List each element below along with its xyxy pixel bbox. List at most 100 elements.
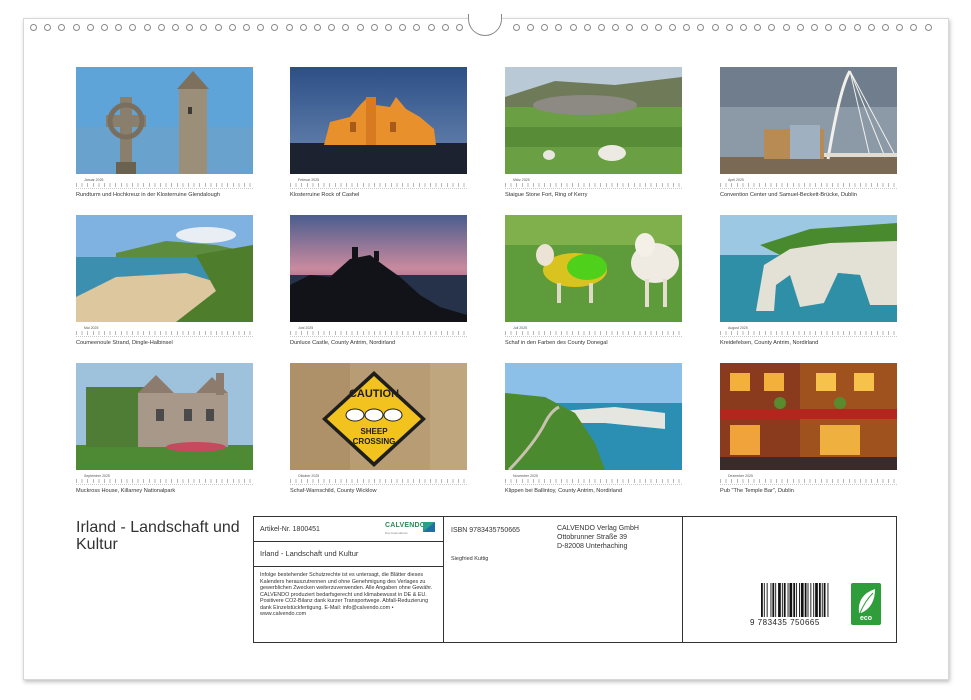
month-tile-march: März 2025 Staigue Stone Fort, Ring of Ke… [505, 67, 682, 198]
month-photo [505, 363, 682, 470]
binding-ring [441, 24, 449, 31]
month-label: November 2025 [513, 474, 538, 478]
binding-ring [725, 24, 733, 31]
author-name: Siegfried Kuttig [451, 556, 489, 562]
month-tile-january: Januar 2025 Rundturm und Hochkreuz in de… [76, 67, 253, 198]
binding-ring [626, 24, 634, 31]
month-photo [720, 67, 897, 174]
sign-sheep-text: SHEEP [360, 427, 388, 436]
binding-ring [143, 24, 151, 31]
binding-ring [399, 24, 407, 31]
month-photo: CAUTION SHEEP CROSSING [290, 363, 467, 470]
binding-ring [896, 24, 904, 31]
month-tile-august: August 2025 Kreidefelsen, County Antrim,… [720, 215, 897, 346]
eco-badge: eco [851, 583, 881, 625]
binding-ring [839, 24, 847, 31]
binding-ring [683, 24, 691, 31]
binding-ring [555, 24, 563, 31]
logo-subtext: Das Kalendarium [385, 531, 409, 535]
month-label: Juni 2025 [298, 326, 314, 330]
month-tile-april: April 2025 Convention Center und Samuel-… [720, 67, 897, 198]
photo-caption: Schaf in den Farben des County Donegal [505, 340, 608, 346]
binding-ring [569, 24, 577, 31]
isbn: ISBN 9783435750665 [451, 527, 520, 534]
product-title: Irland - Landschaft und Kultur [260, 549, 359, 558]
binding-ring [356, 24, 364, 31]
month-tile-october: CAUTION SHEEP CROSSING Oktober 2025 Scha… [290, 363, 467, 494]
calendar-grid: Mai 2025 [76, 325, 253, 337]
month-photo [720, 363, 897, 470]
binding-ring [669, 24, 676, 31]
binding-ring [782, 24, 790, 31]
binding-ring [811, 24, 818, 31]
binding-ring [413, 24, 421, 31]
binding-ring [924, 24, 932, 31]
month-label: Juli 2025 [513, 326, 528, 330]
month-tile-february: Februar 2025 Klosterruine Rock of Cashel [290, 67, 467, 198]
binding-ring [541, 24, 549, 31]
binding-ring [257, 24, 265, 31]
calendar-grid: April 2025 [720, 177, 897, 189]
month-photo [290, 67, 467, 174]
binding-ring [115, 24, 123, 31]
legal-notice: Infolge bestehender Schutzrechte ist es … [260, 572, 433, 617]
month-label: Oktober 2025 [298, 474, 320, 478]
publisher-street: Ottobrunner Straße 39 [557, 534, 628, 541]
binding-ring [640, 24, 648, 31]
photo-caption: Pub "The Temple Bar", Dublin [720, 488, 794, 494]
binding-ring [342, 24, 350, 31]
article-number: Artikel-Nr. 1800451 [260, 526, 320, 533]
binding-ring [427, 24, 435, 31]
month-label: Januar 2025 [84, 178, 104, 182]
binding-ring [825, 24, 833, 31]
binding-ring [370, 24, 378, 31]
month-label: April 2025 [728, 178, 744, 182]
calendar-grid: Januar 2025 [76, 177, 253, 189]
photo-caption: Staigue Stone Fort, Ring of Kerry [505, 192, 588, 198]
binding-ring [214, 24, 222, 31]
month-tile-june: Juni 2025 Dunluce Castle, County Antrim,… [290, 215, 467, 346]
binding-ring [328, 24, 336, 31]
month-label: August 2025 [728, 326, 748, 330]
month-tile-december: Dezember 2025 Pub "The Temple Bar", Dubl… [720, 363, 897, 494]
binding-ring [583, 24, 591, 31]
binding-ring [768, 24, 776, 31]
month-label: Mai 2025 [84, 326, 99, 330]
calvendo-mark-icon [423, 522, 435, 532]
binding-ring [228, 24, 236, 31]
photo-caption: Rundturm und Hochkreuz in der Klosterrui… [76, 192, 220, 198]
binding-ring [314, 24, 321, 31]
month-tile-november: November 2025 Klippen bei Ballintoy, Cou… [505, 363, 682, 494]
binding-ring [697, 24, 705, 31]
binding-ring [44, 24, 52, 31]
binding-ring [853, 24, 861, 31]
publisher-city: D-82008 Unterhaching [557, 543, 628, 550]
barcode-number: 9 783435 750665 [750, 618, 820, 627]
binding-ring [740, 24, 747, 31]
month-tile-september: September 2025 Muckross House, Killarney… [76, 363, 253, 494]
binding-ring [200, 24, 208, 31]
binding-ring [910, 24, 918, 31]
binding-ring [72, 24, 80, 31]
barcode-icon [761, 583, 829, 617]
calvendo-logo: CALVENDO Das Kalendarium [385, 522, 435, 536]
binding-ring [612, 24, 620, 31]
binding-ring [271, 24, 279, 31]
calendar-grid: Februar 2025 [290, 177, 467, 189]
month-photo [720, 215, 897, 322]
photo-caption: Convention Center und Samuel-Beckett-Brü… [720, 192, 857, 198]
binding-ring [172, 24, 179, 31]
photo-caption: Schaf-Warnschild, County Wicklow [290, 488, 377, 494]
calendar-grid: Oktober 2025 [290, 473, 467, 485]
month-photo [290, 215, 467, 322]
logo-text: CALVENDO [385, 522, 426, 529]
photo-caption: Klippen bei Ballintoy, County Antrim, No… [505, 488, 623, 494]
binding-ring [299, 24, 307, 31]
photo-caption: Dunluce Castle, County Antrim, Nordirlan… [290, 340, 396, 346]
month-photo [505, 215, 682, 322]
cover-title: Irland - Landschaft und Kultur [76, 519, 240, 553]
month-tile-may: Mai 2025 Coumeenoule Strand, Dingle-Halb… [76, 215, 253, 346]
binding-ring [456, 24, 463, 31]
binding-ring [654, 24, 662, 31]
month-label: September 2025 [84, 474, 110, 478]
